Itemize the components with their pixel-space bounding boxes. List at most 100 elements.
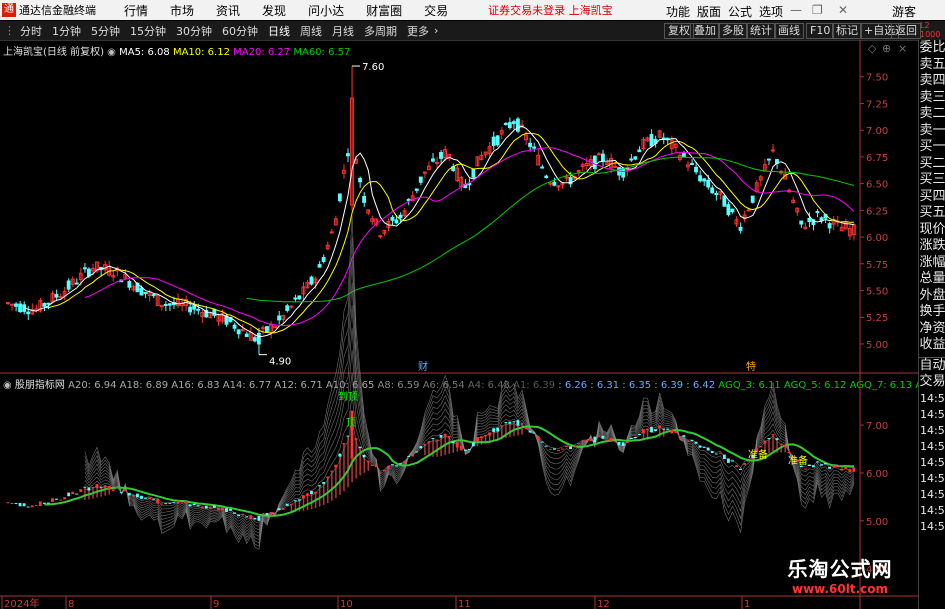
- chart-area[interactable]: 7.50 7.25 7.00 6.75 6.50 6.25 6.00 5.75 5.50 5.25…: [0, 40, 918, 609]
- menu-function[interactable]: 功能: [666, 3, 690, 20]
- period-tab-monthly[interactable]: 月线: [332, 23, 354, 39]
- quote-field-8[interactable]: 买三: [919, 172, 945, 189]
- quote-field-12[interactable]: 涨跌: [919, 238, 945, 255]
- indicator-candle: [763, 440, 767, 444]
- menu-wealth[interactable]: 财富圈: [366, 2, 402, 19]
- quote-field-0[interactable]: 委比: [919, 40, 945, 57]
- indicator-candle: [249, 515, 253, 520]
- period-tab-daily[interactable]: 日线: [268, 23, 290, 39]
- quote-field-13[interactable]: 涨幅: [919, 255, 945, 272]
- trade-row-9[interactable]: 14:56: [919, 503, 945, 519]
- trade-row-0[interactable]: 自动: [919, 358, 945, 375]
- indicator-candle: [722, 454, 726, 460]
- mark-button[interactable]: 标记: [832, 23, 862, 39]
- candle-body: [151, 294, 156, 297]
- ma60-line: [246, 156, 855, 303]
- indicator-candle: [208, 507, 212, 510]
- quote-field-15[interactable]: 外盘: [919, 288, 945, 305]
- indicator-candle: [265, 513, 269, 516]
- period-tab-multi[interactable]: 多周期: [364, 23, 397, 39]
- menu-quotes[interactable]: 行情: [124, 2, 148, 19]
- candle-body: [548, 182, 553, 185]
- time-tick-label: 1: [744, 599, 750, 609]
- trade-row-2[interactable]: 14:56: [919, 391, 945, 407]
- minimize-icon[interactable]: —: [790, 3, 802, 17]
- trade-row-10[interactable]: 14:56: [919, 519, 945, 535]
- menu-market[interactable]: 市场: [170, 2, 194, 19]
- indicator-candle: [386, 465, 390, 469]
- indicator-candle: [221, 507, 224, 511]
- period-tab-60min[interactable]: 60分钟: [222, 23, 258, 39]
- quote-field-7[interactable]: 买二: [919, 156, 945, 173]
- indicator-candle: [439, 435, 443, 438]
- quote-field-14[interactable]: 总量: [919, 271, 945, 288]
- stats-button[interactable]: 统计: [746, 23, 776, 39]
- indicator-candle: [411, 454, 415, 457]
- quote-field-5[interactable]: 卖一: [919, 123, 945, 140]
- menu-options[interactable]: 选项: [759, 3, 783, 20]
- indicator-candle: [26, 506, 30, 508]
- quote-field-1[interactable]: 卖五: [919, 57, 945, 74]
- overlay-button[interactable]: 叠加: [690, 23, 720, 39]
- period-tab-intraday[interactable]: 分时: [20, 23, 42, 39]
- period-tab-5min[interactable]: 5分钟: [91, 23, 120, 39]
- indicator-candle: [148, 497, 152, 500]
- indicator-candle: [459, 446, 463, 451]
- indicator-candle: [828, 466, 832, 469]
- indicator-candle: [492, 428, 496, 432]
- quote-field-16[interactable]: 换手: [919, 304, 945, 321]
- indicator-candle: [585, 439, 589, 441]
- candle-body: [491, 136, 496, 146]
- quote-field-6[interactable]: 买一: [919, 139, 945, 156]
- f10-button[interactable]: F10: [806, 23, 835, 39]
- quote-field-10[interactable]: 买五: [919, 205, 945, 222]
- trade-row-5[interactable]: 14:56: [919, 439, 945, 455]
- quote-field-9[interactable]: 买四: [919, 189, 945, 206]
- indicator-candle: [666, 428, 670, 430]
- menu-news[interactable]: 资讯: [216, 2, 240, 19]
- indicator-candle: [164, 503, 168, 505]
- menu-ask[interactable]: 问小达: [308, 2, 344, 19]
- menu-layout[interactable]: 版面: [697, 3, 721, 20]
- period-tab-more[interactable]: 更多: [407, 23, 429, 39]
- indicator-candle: [346, 435, 350, 437]
- candle-body: [261, 327, 265, 330]
- menu-guest[interactable]: 游客: [892, 3, 916, 20]
- high-label: 7.60: [362, 62, 384, 73]
- quote-field-17[interactable]: 净资: [919, 321, 945, 338]
- indicator-candle: [123, 489, 127, 492]
- indicator-candle: [637, 433, 641, 435]
- close-icon[interactable]: ✕: [838, 3, 848, 17]
- back-button[interactable]: 返回: [891, 23, 921, 39]
- indicator-candle: [767, 438, 771, 440]
- trade-row-7[interactable]: 14:56: [919, 471, 945, 487]
- menu-formula[interactable]: 公式: [728, 3, 752, 20]
- trade-row-3[interactable]: 14:56: [919, 407, 945, 423]
- candle-body: [633, 156, 638, 160]
- trade-row-4[interactable]: 14:56: [919, 423, 945, 439]
- quote-field-3[interactable]: 卖三: [919, 90, 945, 107]
- multi-stock-button[interactable]: 多股: [718, 23, 748, 39]
- quote-field-4[interactable]: 卖二: [919, 106, 945, 123]
- candle-body: [196, 308, 201, 311]
- trade-row-1[interactable]: 交易: [919, 374, 945, 391]
- indicator-candle: [338, 453, 342, 457]
- quote-field-11[interactable]: 现价: [919, 222, 945, 239]
- login-notice[interactable]: 证券交易未登录 上海凯宝: [488, 2, 613, 18]
- period-tab-30min[interactable]: 30分钟: [176, 23, 212, 39]
- restore-icon[interactable]: ❐: [812, 3, 823, 17]
- trade-row-6[interactable]: 14:56: [919, 455, 945, 471]
- draw-line-button[interactable]: 画线: [774, 23, 804, 39]
- trade-row-8[interactable]: 14:56: [919, 487, 945, 503]
- time-tick-label: 2024年: [4, 597, 39, 609]
- quote-field-2[interactable]: 卖四: [919, 73, 945, 90]
- menu-trade[interactable]: 交易: [424, 2, 448, 19]
- more-chevron-icon[interactable]: ›: [434, 24, 438, 37]
- menu-discover[interactable]: 发现: [262, 2, 286, 19]
- period-tab-weekly[interactable]: 周线: [300, 23, 322, 39]
- period-tab-1min[interactable]: 1分钟: [52, 23, 81, 39]
- indicator-candle: [807, 464, 811, 467]
- candle-body: [212, 309, 217, 316]
- quote-field-18[interactable]: 收益: [919, 337, 945, 354]
- period-tab-15min[interactable]: 15分钟: [130, 23, 166, 39]
